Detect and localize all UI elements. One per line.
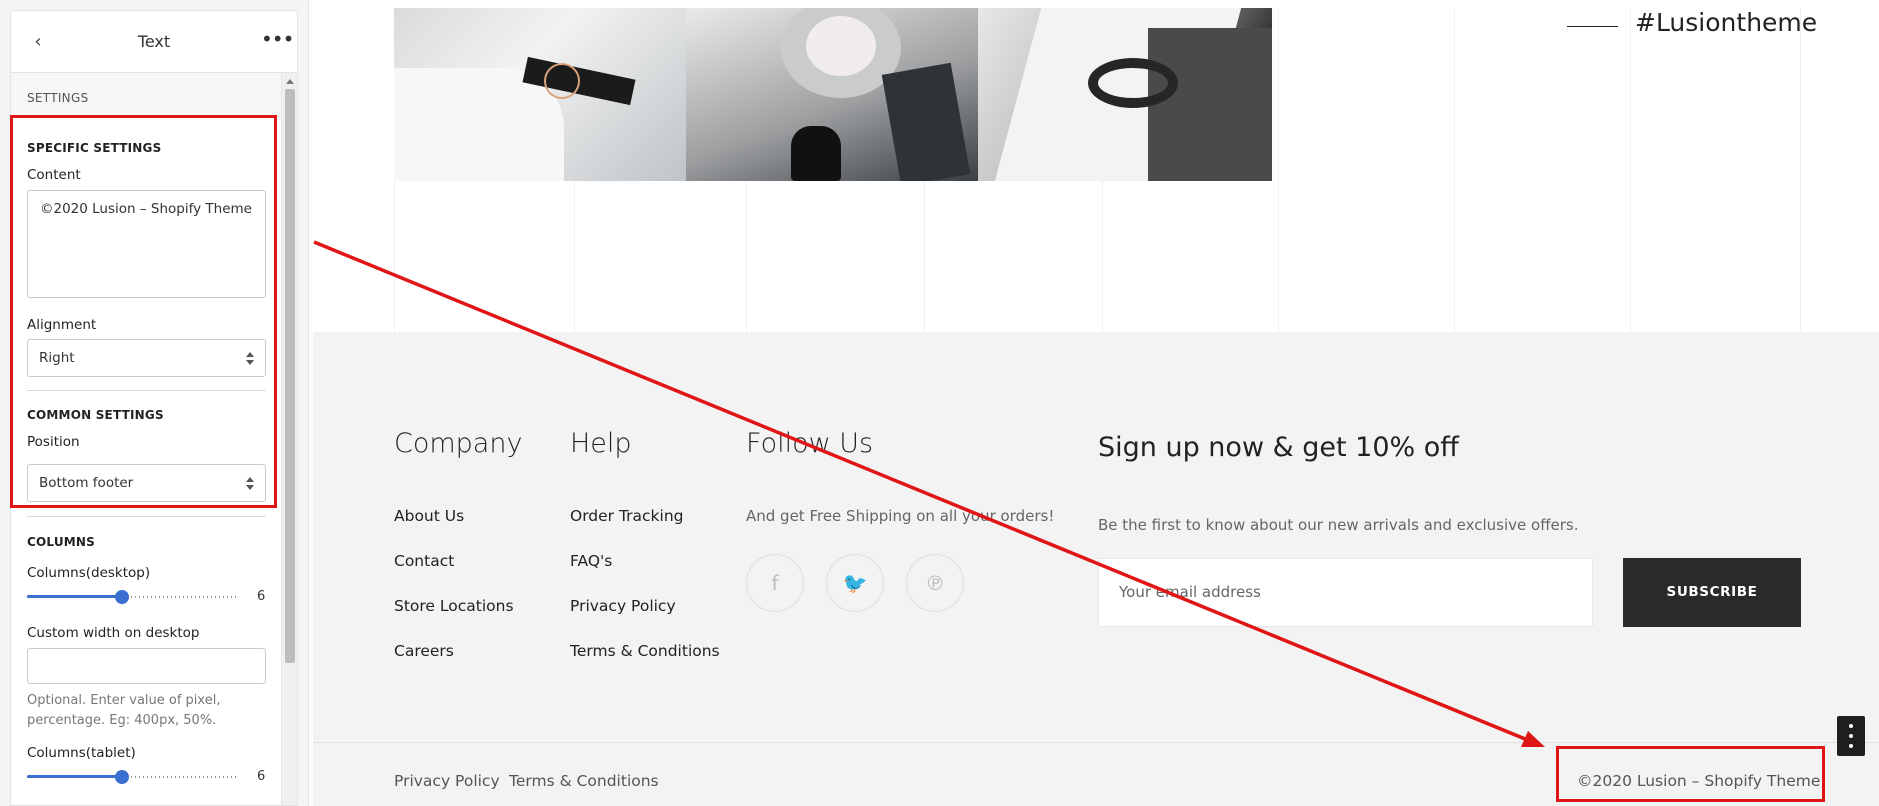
annotation-arrow-icon (313, 240, 1545, 747)
screen: ‹ Text ••• SETTINGS SPECIFIC SETTINGS Co… (0, 0, 1879, 806)
